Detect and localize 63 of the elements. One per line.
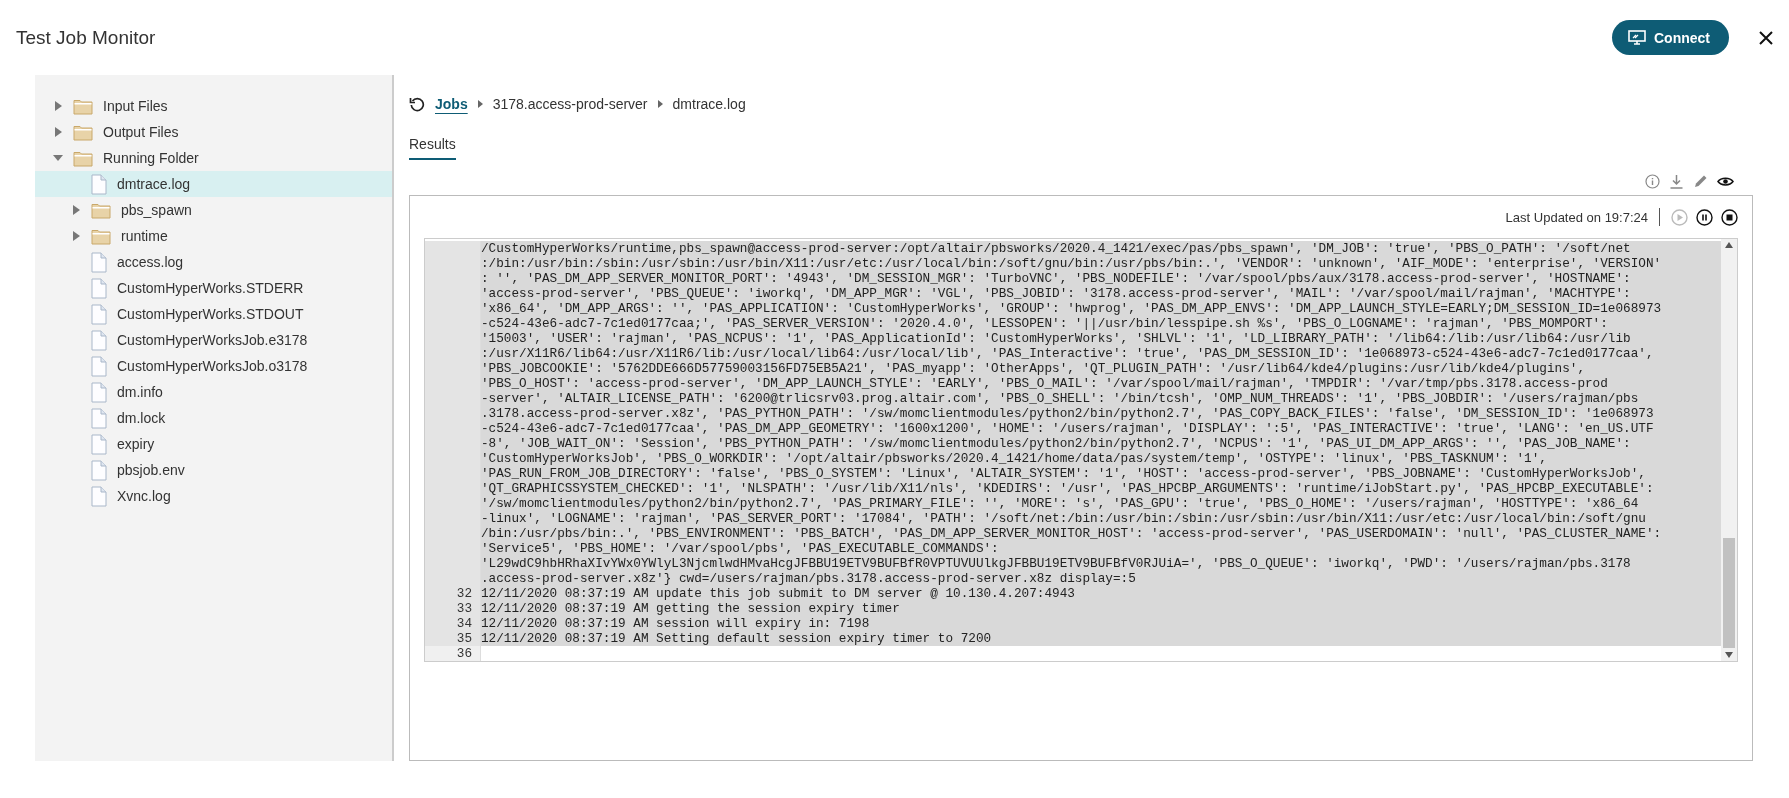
pencil-icon[interactable] (1693, 174, 1708, 189)
file-icon (91, 381, 107, 403)
folder-icon (91, 227, 111, 245)
folder-icon (73, 97, 93, 115)
line-number: 34 (425, 616, 481, 631)
tree-item[interactable]: runtime (35, 223, 392, 249)
folder-icon (73, 149, 93, 167)
caret-right-icon[interactable] (53, 126, 63, 138)
tree-item[interactable]: expiry (35, 431, 392, 457)
last-updated-text: Last Updated on 19:7:24 (1505, 209, 1648, 225)
tree-item[interactable]: pbs_spawn (35, 197, 392, 223)
tree-item[interactable]: dm.info (35, 379, 392, 405)
file-icon (91, 277, 107, 299)
file-icon (91, 355, 107, 377)
tab[interactable]: Results (409, 132, 456, 160)
tree-item[interactable]: pbsjob.env (35, 457, 392, 483)
file-icon (91, 407, 107, 429)
download-icon[interactable] (1669, 174, 1684, 189)
chevron-right-icon (477, 100, 483, 108)
tree-item[interactable]: CustomHyperWorks.STDERR (35, 275, 392, 301)
tree-item[interactable]: dmtrace.log (35, 171, 392, 197)
line-number: 33 (425, 601, 481, 616)
line-number: 35 (425, 631, 481, 646)
window-title: Test Job Monitor (16, 26, 157, 49)
tree-item[interactable]: access.log (35, 249, 392, 275)
tree-item[interactable]: Input Files (35, 93, 392, 119)
file-icon (91, 173, 107, 195)
line-number: 32 (425, 586, 481, 601)
caret-right-icon[interactable] (71, 204, 81, 216)
breadcrumb-link[interactable]: Jobs (435, 96, 468, 112)
chevron-right-icon (657, 100, 663, 108)
file-icon (91, 459, 107, 481)
tree-item[interactable]: CustomHyperWorks.STDOUT (35, 301, 392, 327)
tree-item[interactable]: CustomHyperWorksJob.e3178 (35, 327, 392, 353)
breadcrumb-item[interactable]: 3178.access-prod-server (492, 96, 648, 112)
eye-icon[interactable] (1717, 174, 1734, 189)
info-icon[interactable] (1645, 174, 1660, 189)
folder-icon (91, 201, 111, 219)
close-icon[interactable] (1759, 30, 1773, 45)
caret-right-icon[interactable] (71, 230, 81, 242)
scroll-up-icon[interactable] (1725, 242, 1733, 248)
line-number: 36 (425, 646, 481, 661)
tree-item[interactable]: CustomHyperWorksJob.o3178 (35, 353, 392, 379)
caret-right-icon[interactable] (53, 100, 63, 112)
file-icon (91, 251, 107, 273)
pause-icon[interactable] (1696, 208, 1713, 226)
file-icon (91, 329, 107, 351)
folder-icon (73, 123, 93, 141)
scroll-down-icon[interactable] (1725, 652, 1733, 658)
monitor-icon (1628, 30, 1646, 45)
file-icon (91, 303, 107, 325)
connect-button[interactable]: Connect (1612, 20, 1729, 55)
tree-item[interactable]: Output Files (35, 119, 392, 145)
tree-item[interactable]: Xvnc.log (35, 483, 392, 509)
stop-icon[interactable] (1721, 208, 1738, 226)
tree-item[interactable]: Running Folder (35, 145, 392, 171)
refresh-icon[interactable] (409, 96, 425, 112)
tree-item[interactable]: dm.lock (35, 405, 392, 431)
scrollbar-thumb[interactable] (1723, 538, 1735, 648)
breadcrumb-item: dmtrace.log (672, 96, 746, 112)
scrollbar[interactable] (1721, 239, 1737, 661)
file-icon (91, 433, 107, 455)
file-icon (91, 485, 107, 507)
